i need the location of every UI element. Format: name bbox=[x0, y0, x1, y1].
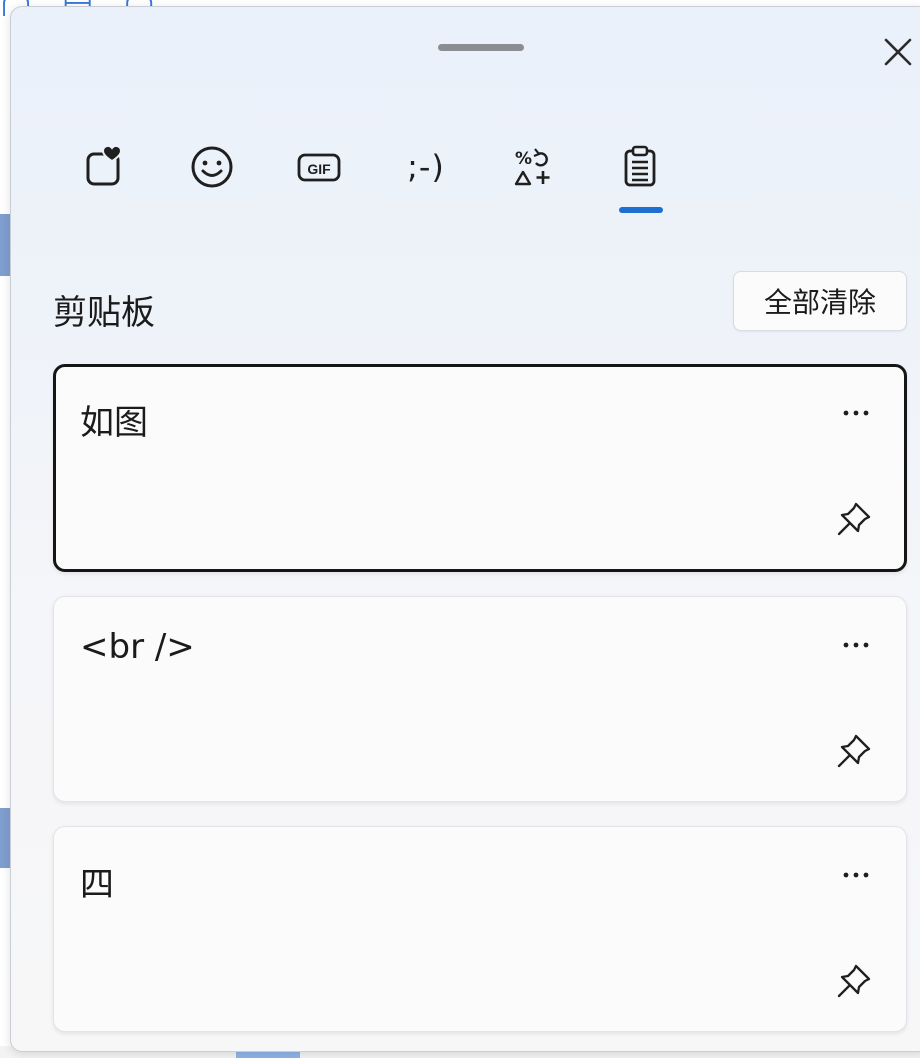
clipboard-panel: GIF ;-) % 剪贴板 全部清除 如图 <br /> 四 bbox=[10, 6, 920, 1052]
tab-gif[interactable]: GIF bbox=[291, 139, 347, 195]
symbols-icon: % bbox=[514, 148, 550, 186]
tab-emoji[interactable] bbox=[184, 139, 240, 195]
more-icon bbox=[843, 410, 869, 416]
heart-icon bbox=[86, 144, 123, 186]
clipboard-item[interactable]: <br /> bbox=[53, 596, 907, 802]
tab-symbols[interactable]: % bbox=[505, 139, 561, 195]
more-icon bbox=[843, 642, 869, 648]
selected-tab-indicator bbox=[619, 207, 663, 213]
tab-favorites[interactable] bbox=[77, 139, 133, 195]
pin-icon bbox=[837, 734, 871, 768]
pin-button[interactable] bbox=[832, 729, 876, 773]
clipboard-item[interactable]: 四 bbox=[53, 826, 907, 1032]
drag-handle[interactable] bbox=[438, 44, 524, 51]
pin-icon bbox=[837, 502, 871, 536]
clipboard-icon bbox=[624, 145, 656, 187]
pin-button[interactable] bbox=[832, 959, 876, 1003]
gif-icon: GIF bbox=[297, 153, 341, 182]
more-options-button[interactable] bbox=[836, 393, 876, 433]
tab-clipboard[interactable] bbox=[612, 139, 668, 195]
close-icon bbox=[884, 38, 912, 66]
clipboard-item-text: 四 bbox=[80, 865, 114, 905]
clear-all-button[interactable]: 全部清除 bbox=[733, 271, 907, 331]
clipboard-item[interactable]: 如图 bbox=[53, 364, 907, 572]
pin-icon bbox=[837, 964, 871, 998]
kaomoji-icon: ;-) bbox=[407, 148, 445, 186]
more-options-button[interactable] bbox=[836, 855, 876, 895]
section-title: 剪贴板 bbox=[53, 293, 155, 333]
close-button[interactable] bbox=[877, 31, 919, 73]
more-icon bbox=[843, 872, 869, 878]
clipboard-item-text: 如图 bbox=[80, 403, 148, 443]
clipboard-item-text: <br /> bbox=[80, 627, 195, 667]
more-options-button[interactable] bbox=[836, 625, 876, 665]
pin-button[interactable] bbox=[832, 497, 876, 541]
smiley-icon bbox=[191, 146, 233, 188]
gif-icon-label: GIF bbox=[307, 161, 331, 177]
tab-kaomoji[interactable]: ;-) bbox=[398, 139, 454, 195]
svg-text:%: % bbox=[515, 149, 532, 169]
